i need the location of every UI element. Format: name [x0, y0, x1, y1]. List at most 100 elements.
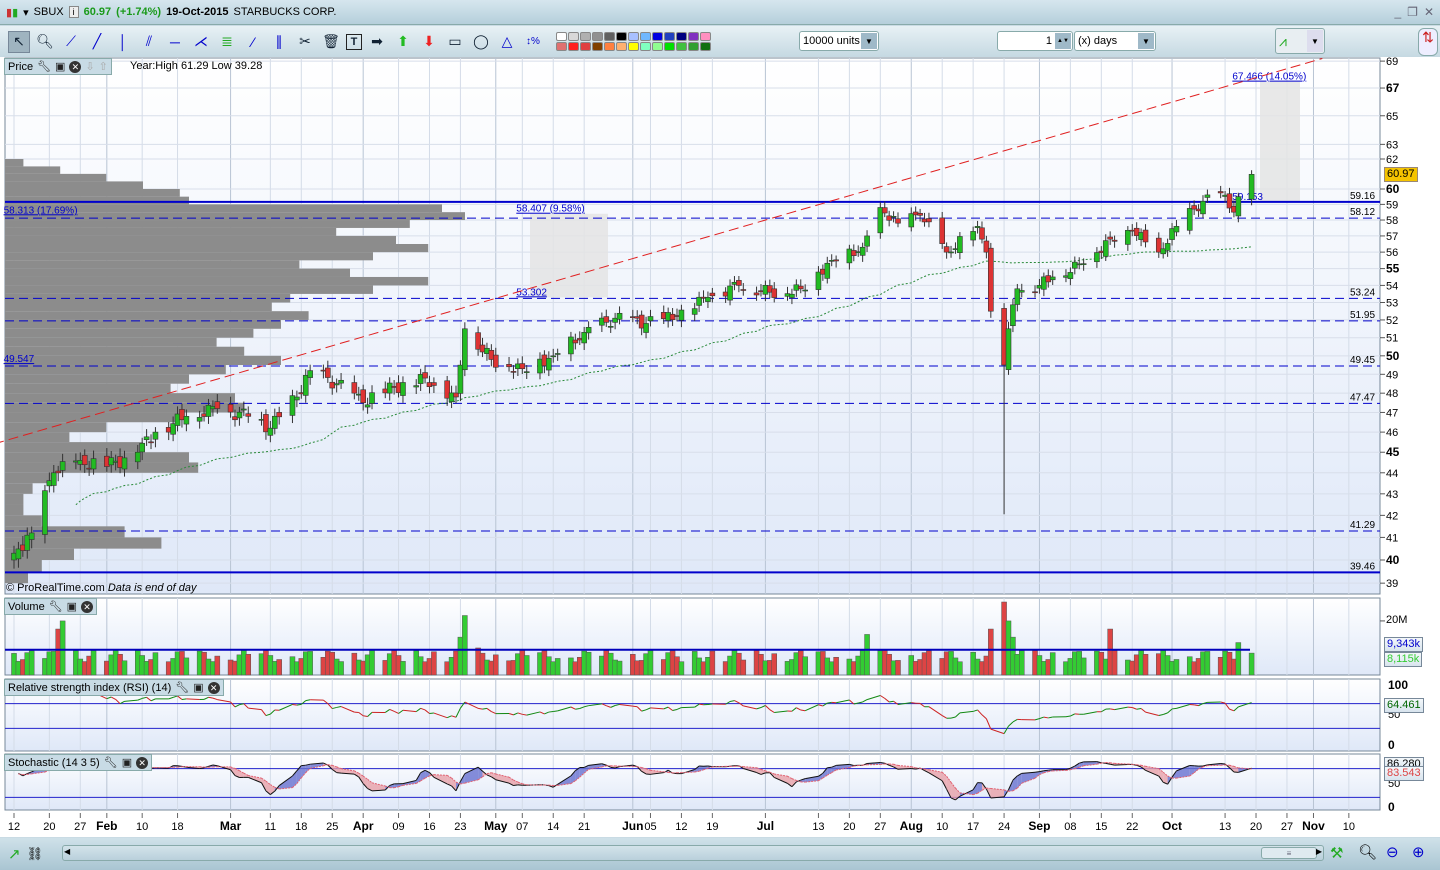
chevron-down-icon[interactable]: ▼ — [861, 33, 877, 49]
color-palette[interactable] — [556, 32, 711, 51]
channel-tool-icon[interactable]: ⫽ — [138, 31, 160, 53]
color-swatch[interactable] — [628, 32, 639, 41]
ticker-dropdown-icon[interactable]: ▾ — [23, 6, 29, 19]
period-input[interactable]: 1 ▲▼ — [997, 31, 1073, 51]
settings-tool-icon[interactable]: ✂ — [294, 31, 316, 53]
color-swatch[interactable] — [580, 42, 591, 51]
scroll-left-icon[interactable]: ◀ — [64, 847, 70, 856]
candle-body — [134, 451, 141, 463]
horizontal-line-tool-icon[interactable]: ─ — [164, 31, 186, 53]
parallel-tool-icon[interactable]: ∥ — [268, 31, 290, 53]
close-panel-icon[interactable]: ✕ — [136, 756, 149, 769]
color-swatch[interactable] — [688, 32, 699, 41]
volume-profile-bar — [5, 189, 180, 197]
color-swatch[interactable] — [700, 32, 711, 41]
color-swatch[interactable] — [556, 32, 567, 41]
color-swatch[interactable] — [700, 42, 711, 51]
segment-tool-icon[interactable]: ⟋ — [60, 31, 82, 53]
add-indicator-button[interactable]: ⩘ ▼ — [1275, 28, 1325, 54]
stepper-icon[interactable]: ▲▼ — [1055, 33, 1071, 49]
wrench-icon[interactable]: 🔧︎ — [49, 600, 63, 613]
window-icon[interactable]: ▣ — [122, 756, 132, 769]
trading-panel-toggle-icon[interactable]: ⇅ — [1418, 28, 1438, 56]
color-swatch[interactable] — [604, 42, 615, 51]
price-axis-label: 52 — [1386, 315, 1398, 327]
rectangle-tool-icon[interactable]: ▭ — [444, 31, 466, 53]
stochastic-panel-bg — [4, 753, 1381, 811]
color-swatch[interactable] — [688, 42, 699, 51]
rsi-line-segment — [632, 705, 638, 708]
volume-profile-bar — [5, 311, 309, 320]
date-label: 11 — [265, 821, 276, 833]
color-swatch[interactable] — [652, 42, 663, 51]
chevron-down-icon[interactable]: ▼ — [1138, 33, 1154, 49]
move-down-icon[interactable]: ⇩ — [85, 60, 94, 73]
color-swatch[interactable] — [640, 42, 651, 51]
color-swatch[interactable] — [676, 42, 687, 51]
color-swatch[interactable] — [640, 32, 651, 41]
triangle-tool-icon[interactable]: △ — [496, 31, 518, 53]
year-high-low: Year:High 61.29 Low 39.28 — [130, 60, 263, 72]
zoom-out-icon[interactable]: ⊖ — [1386, 843, 1399, 861]
chart-canvas[interactable]: 12 20 27 Feb 10 18 Mar 11 18 25 Apr 09 16 23 May 07 14 21… — [0, 57, 1440, 837]
fan-tool-icon[interactable]: ⋌ — [190, 31, 212, 53]
wrench-icon[interactable]: 🔧︎ — [104, 756, 118, 769]
restore-icon[interactable]: ❐ — [1407, 5, 1418, 19]
vertical-line-tool-icon[interactable]: │ — [112, 31, 134, 53]
units-select[interactable]: 10000 units ▼ — [799, 31, 879, 51]
arrow-down-icon[interactable]: ⬇ — [418, 31, 440, 53]
pointer-tool-icon[interactable]: ↖ — [8, 30, 30, 53]
scroll-right-icon[interactable]: ▶ — [1316, 847, 1322, 856]
arrow-up-icon[interactable]: ⬆ — [392, 31, 414, 53]
color-swatch[interactable] — [664, 32, 675, 41]
close-icon[interactable]: ✕ — [1424, 5, 1434, 19]
scrollbar-thumb[interactable]: ≡ — [1261, 847, 1317, 859]
close-panel-icon[interactable]: ✕ — [207, 681, 220, 694]
ticker[interactable]: SBUX — [34, 6, 64, 18]
minimize-icon[interactable]: _ — [1394, 5, 1401, 19]
candle-body — [647, 316, 654, 322]
fibonacci-tool-icon[interactable]: ≣ — [216, 31, 238, 53]
color-swatch[interactable] — [592, 42, 603, 51]
move-up-icon[interactable]: ⇧ — [99, 60, 108, 73]
period-unit-select[interactable]: (x) days ▼ — [1074, 31, 1156, 51]
chart-area[interactable]: 12 20 27 Feb 10 18 Mar 11 18 25 Apr 09 16 23 May 07 14 21… — [0, 57, 1440, 837]
color-swatch[interactable] — [616, 32, 627, 41]
volume-bar — [771, 653, 777, 676]
window-icon[interactable]: ▣ — [193, 681, 203, 694]
wrench-icon[interactable]: 🔧︎ — [175, 681, 189, 694]
color-swatch[interactable] — [580, 32, 591, 41]
color-swatch[interactable] — [628, 42, 639, 51]
color-swatch[interactable] — [676, 32, 687, 41]
link-icon[interactable]: ⛓ — [27, 846, 44, 862]
arrow-right-icon[interactable]: ➡ — [366, 31, 388, 53]
color-swatch[interactable] — [568, 32, 579, 41]
text-tool-icon[interactable]: T — [346, 33, 362, 50]
close-panel-icon[interactable]: ✕ — [81, 600, 94, 613]
info-icon[interactable]: i — [68, 6, 79, 18]
horizontal-scrollbar[interactable]: ◀ ≡ ▶ — [62, 845, 1324, 861]
ellipse-tool-icon[interactable]: ◯ — [470, 31, 492, 53]
window-icon[interactable]: ▣ — [55, 60, 65, 73]
auto-zoom-icon[interactable]: 🔍︎ — [1358, 843, 1377, 861]
color-swatch[interactable] — [592, 32, 603, 41]
color-swatch[interactable] — [556, 42, 567, 51]
window-icon[interactable]: ▣ — [67, 600, 77, 613]
color-swatch[interactable] — [568, 42, 579, 51]
color-swatch[interactable] — [616, 42, 627, 51]
wrench-icon[interactable]: 🔧︎ — [37, 60, 51, 73]
volume-bar — [400, 661, 406, 676]
zoom-in-icon[interactable]: ⊕ — [1412, 843, 1425, 861]
chevron-down-icon[interactable]: ▼ — [1307, 30, 1323, 52]
percent-tool-icon[interactable]: ↕% — [522, 31, 544, 53]
color-swatch[interactable] — [604, 32, 615, 41]
color-swatch[interactable] — [664, 42, 675, 51]
line-tool-icon[interactable]: ╱ — [86, 31, 108, 53]
close-panel-icon[interactable]: ✕ — [69, 60, 82, 73]
color-swatch[interactable] — [652, 32, 663, 41]
trash-icon[interactable]: 🗑︎ — [320, 31, 342, 53]
point-tool-icon[interactable]: ⁄ — [242, 31, 264, 53]
chart-type-icon[interactable]: ↗ — [8, 845, 21, 863]
zoom-tool-icon[interactable]: 🔍︎ — [34, 31, 56, 53]
candle-settings-icon[interactable]: ⚒ — [1330, 844, 1343, 862]
